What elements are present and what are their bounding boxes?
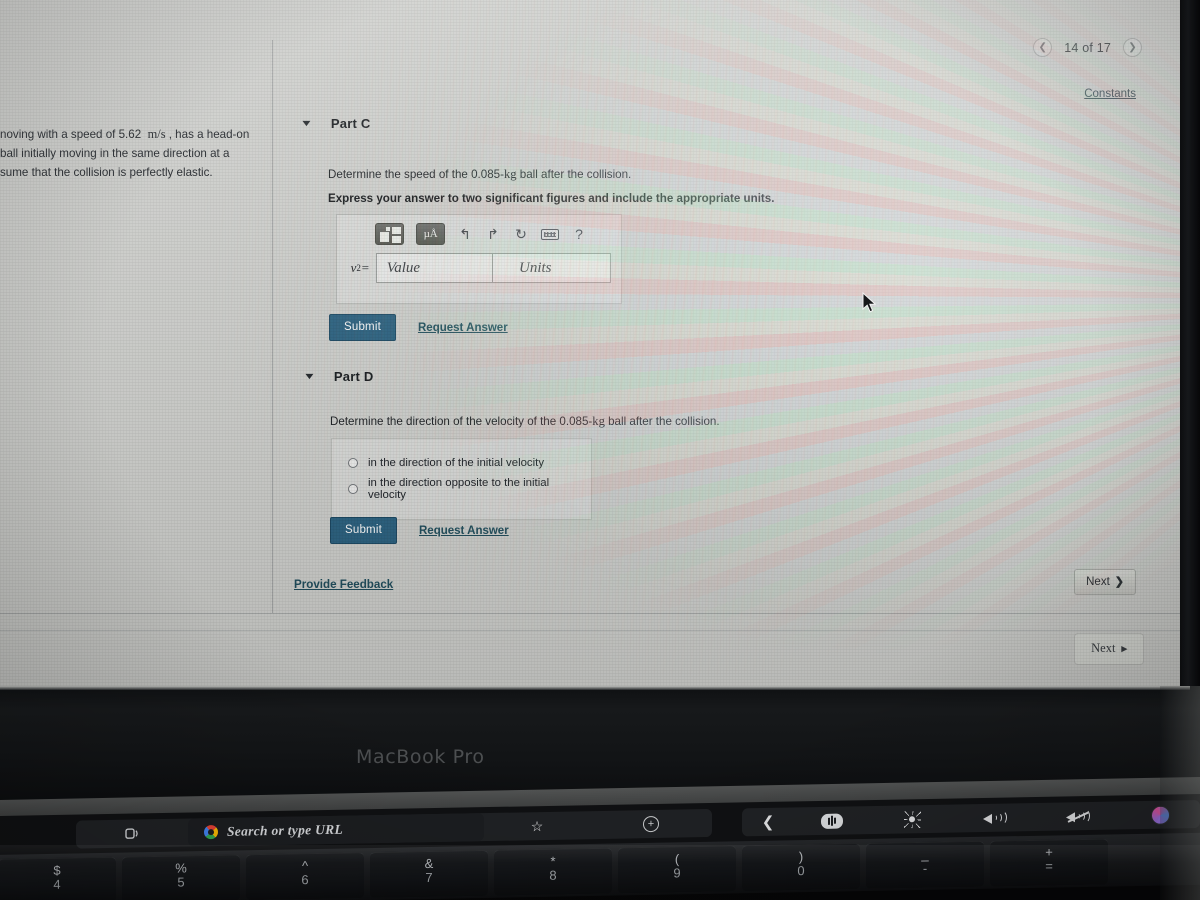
collapse-caret-icon[interactable]: ▼	[300, 119, 313, 128]
part-c-answer-box: µÅ ↰ ↱ ↻ ? v2 = Value Units	[336, 214, 622, 304]
part-d-request-answer-link[interactable]: Request Answer	[419, 525, 509, 537]
laptop-right-shadow	[1160, 686, 1200, 900]
next-button-outer-label: Next	[1091, 641, 1116, 655]
part-d-header[interactable]: ▼ Part D	[303, 369, 374, 384]
part-d-title: Part D	[333, 369, 374, 384]
answer-variable-label: v2 =	[350, 260, 370, 275]
next-item-button[interactable]: ❯	[1123, 38, 1142, 57]
screen-bezel-right	[1180, 0, 1200, 690]
key-7[interactable]: & 7	[370, 849, 488, 899]
key-9[interactable]: (9	[618, 845, 736, 894]
radio-option-2-label: in the direction opposite to the initial…	[368, 477, 550, 501]
part-c-submit-button[interactable]: Submit	[329, 314, 396, 341]
math-template-icon[interactable]	[375, 223, 404, 245]
answer-input-row: v2 = Value Units	[337, 249, 621, 295]
laptop-screen: ❮ 14 of 17 ❯ Constants noving with a spe…	[0, 0, 1180, 686]
next-button-inner[interactable]: Next ❯	[1074, 569, 1136, 595]
google-g-icon	[204, 825, 218, 840]
media-pill-icon[interactable]	[794, 806, 870, 835]
key-6[interactable]: ^ 6	[246, 852, 364, 900]
tab-overview-icon[interactable]	[76, 819, 188, 849]
problem-line-2: ball initially moving in the same direct…	[0, 146, 230, 160]
touchbar-esc-area[interactable]	[0, 821, 68, 849]
part-c-instruction: Express your answer to two significant f…	[328, 192, 775, 205]
next-button-inner-label: Next	[1086, 575, 1110, 588]
brightness-icon[interactable]	[870, 805, 954, 835]
touchbar-system-group[interactable]: ❮	[742, 800, 1200, 837]
redo-icon[interactable]: ↱	[485, 227, 501, 241]
key-minus[interactable]: _ -	[866, 840, 984, 889]
radio-circle-icon[interactable]	[348, 484, 358, 494]
macbook-brand-text: MacBook Pro	[356, 746, 485, 768]
volume-up-icon[interactable]	[954, 803, 1036, 833]
undo-icon[interactable]: ↰	[457, 227, 473, 241]
reset-icon[interactable]: ↻	[513, 227, 529, 241]
part-d-options: in the direction of the initial velocity…	[331, 438, 592, 520]
prev-item-button[interactable]: ❮	[1033, 38, 1053, 57]
item-counter: 14 of 17	[1064, 40, 1111, 55]
part-d-question: Determine the direction of the velocity …	[330, 414, 720, 428]
problem-line-3: sume that the collision is perfectly ela…	[0, 165, 213, 179]
key-equals[interactable]: + =	[990, 838, 1108, 887]
key-4[interactable]: $4	[0, 856, 116, 900]
provide-feedback-link[interactable]: Provide Feedback	[294, 578, 393, 591]
units-input[interactable]: Units	[493, 253, 612, 283]
constants-link[interactable]: Constants	[1084, 88, 1136, 100]
content-divider-horizontal	[0, 613, 1180, 614]
star-icon[interactable]: ☆	[484, 811, 590, 841]
screenshot-root: ❮ 14 of 17 ❯ Constants noving with a spe…	[0, 0, 1200, 900]
key-5[interactable]: % 5	[122, 854, 240, 900]
part-c-header[interactable]: ▼ Part C	[300, 116, 371, 131]
radio-circle-icon[interactable]	[348, 458, 358, 468]
item-navigation: ❮ 14 of 17 ❯	[1033, 38, 1142, 57]
webpage-content: ❮ 14 of 17 ❯ Constants noving with a spe…	[0, 0, 1180, 686]
answer-toolbar: µÅ ↰ ↱ ↻ ?	[337, 215, 621, 249]
help-icon[interactable]: ?	[571, 227, 587, 241]
touchbar-url-placeholder: Search or type URL	[227, 821, 344, 839]
content-divider-vertical	[272, 40, 273, 613]
page-divider-horizontal	[0, 630, 1180, 631]
keyboard-icon[interactable]	[541, 228, 559, 240]
radio-option-1-label: in the direction of the initial velocity	[368, 457, 545, 469]
problem-statement: noving with a speed of 5.62 m/s , has a …	[0, 124, 252, 182]
radio-option-1[interactable]: in the direction of the initial velocity	[348, 453, 573, 473]
next-button-outer[interactable]: Next ▸	[1074, 633, 1144, 665]
problem-line-1: noving with a speed of 5.62 m/s , has a …	[0, 127, 250, 141]
part-c-submit-row: Submit Request Answer	[329, 314, 508, 341]
key-0[interactable]: ) 0	[742, 843, 860, 892]
bezel-highlight-edge	[0, 686, 1190, 690]
value-input[interactable]: Value	[375, 253, 493, 283]
collapse-caret-icon[interactable]: ▼	[303, 372, 316, 381]
key-8[interactable]: * 8	[494, 847, 612, 896]
plus-circle-icon[interactable]: +	[590, 809, 712, 839]
part-c-request-answer-link[interactable]: Request Answer	[418, 322, 508, 334]
part-c-title: Part C	[330, 116, 371, 131]
volume-mute-icon[interactable]	[1036, 801, 1120, 831]
mouse-cursor-icon	[862, 292, 877, 313]
chevron-right-icon: ❯	[1114, 576, 1124, 588]
chevron-right-icon: ▸	[1121, 643, 1127, 655]
touchbar-url-bar[interactable]: Search or type URL	[188, 813, 484, 847]
part-d-submit-button[interactable]: Submit	[330, 517, 397, 544]
part-c-question: Determine the speed of the 0.085-kg ball…	[328, 167, 632, 181]
units-mua-icon[interactable]: µÅ	[416, 223, 445, 245]
chevron-left-icon[interactable]: ❮	[742, 807, 794, 836]
part-d-submit-row: Submit Request Answer	[330, 517, 509, 544]
radio-option-2[interactable]: in the direction opposite to the initial…	[348, 473, 573, 505]
